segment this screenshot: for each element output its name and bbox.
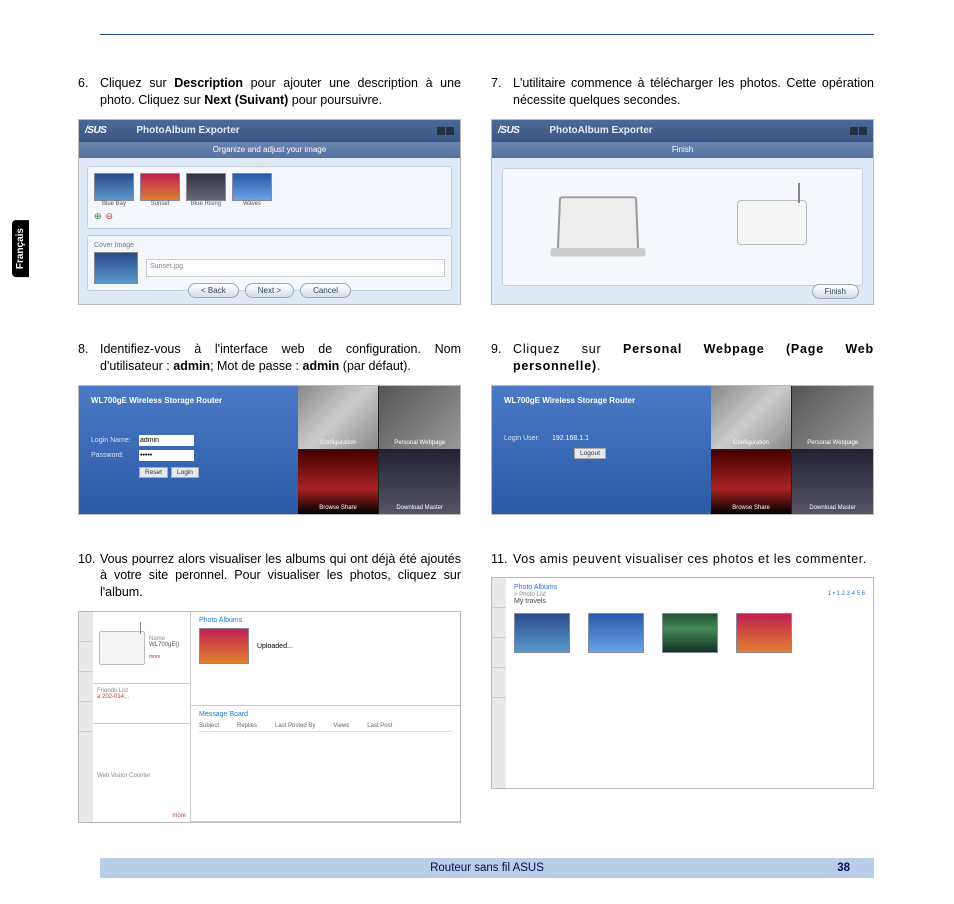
thumb[interactable] xyxy=(140,173,180,201)
cover-filename: Sunset.jpg xyxy=(146,259,445,277)
album-tabs xyxy=(492,578,506,788)
laptop-icon xyxy=(557,196,639,250)
album-tabs xyxy=(79,612,93,822)
reset-button[interactable]: Reset xyxy=(139,467,168,478)
screenshot-friend-view: Photo Albums > Photo List1 • 1 2 3 4 5 6… xyxy=(491,577,874,789)
step-number: 6. xyxy=(78,75,100,109)
photo-thumb[interactable] xyxy=(736,613,792,653)
tile-config[interactable]: Configuration xyxy=(711,386,792,450)
section-header: Message Board xyxy=(199,711,452,718)
tile-webpage[interactable]: Personal Webpage xyxy=(792,386,873,450)
thumbnails-panel: Blue Bay Sunset Blue Rising Waves ⊕⊖ xyxy=(87,166,452,229)
step-body: L'utilitaire commence à télécharger les … xyxy=(513,75,874,109)
tile-webpage[interactable]: Personal Webpage xyxy=(379,386,460,450)
app-subtitle: Organize and adjust your image xyxy=(79,142,460,158)
cancel-button[interactable]: Cancel xyxy=(300,283,351,298)
logout-button[interactable]: Logout xyxy=(574,448,606,459)
tile-share[interactable]: Browse Share xyxy=(298,450,379,514)
tile-download[interactable]: Download Master xyxy=(379,450,460,514)
footer-title: Routeur sans fil ASUS xyxy=(430,862,544,874)
step-body: Cliquez sur Personal Webpage (Page Web p… xyxy=(513,341,874,375)
page-footer: Routeur sans fil ASUS 38 xyxy=(100,858,874,878)
next-button[interactable]: Next > xyxy=(245,283,294,298)
window-buttons xyxy=(437,127,454,135)
step-10: 10. Vous pourrez alors visualiser les al… xyxy=(78,551,461,842)
step-11: 11. Vos amis peuvent visualiser ces phot… xyxy=(491,551,874,808)
photo-thumb[interactable] xyxy=(514,613,570,653)
screenshot-login: WL700gE Wireless Storage Router Login Na… xyxy=(78,385,461,515)
brand-logo: /SUS xyxy=(498,125,519,136)
finish-button[interactable]: Finish xyxy=(812,284,859,299)
step-number: 11. xyxy=(491,551,513,568)
language-tab: Français xyxy=(12,220,29,277)
photo-thumb[interactable] xyxy=(662,613,718,653)
brand-logo: /SUS xyxy=(85,125,106,136)
step-9: 9. Cliquez sur Personal Webpage (Page We… xyxy=(491,341,874,533)
step-body: Cliquez sur Description pour ajouter une… xyxy=(100,75,461,109)
step-number: 8. xyxy=(78,341,100,375)
tile-share[interactable]: Browse Share xyxy=(711,450,792,514)
window-buttons xyxy=(850,127,867,135)
step-6: 6. Cliquez sur Description pour ajouter … xyxy=(78,75,461,323)
step-body: Vous pourrez alors visualiser les albums… xyxy=(100,551,461,602)
router-icon xyxy=(99,631,145,665)
screenshot-config: WL700gE Wireless Storage Router Login Us… xyxy=(491,385,874,515)
config-header: WL700gE Wireless Storage Router xyxy=(504,396,699,405)
photo-thumb[interactable] xyxy=(588,613,644,653)
app-title: PhotoAlbum Exporter xyxy=(136,125,239,136)
section-header: Photo Albums xyxy=(199,617,452,624)
app-subtitle: Finish xyxy=(492,142,873,158)
back-button[interactable]: < Back xyxy=(188,283,239,298)
tile-config[interactable]: Configuration xyxy=(298,386,379,450)
step-number: 10. xyxy=(78,551,100,602)
top-rule xyxy=(100,34,874,35)
step-body: Identifiez-vous à l'interface web de con… xyxy=(100,341,461,375)
section-header: Photo Albums xyxy=(514,584,865,591)
thumb[interactable] xyxy=(186,173,226,201)
step-number: 7. xyxy=(491,75,513,109)
cover-thumb[interactable] xyxy=(94,252,138,284)
step-number: 9. xyxy=(491,341,513,375)
login-user-input[interactable] xyxy=(139,435,194,446)
login-header: WL700gE Wireless Storage Router xyxy=(91,396,286,405)
tile-download[interactable]: Download Master xyxy=(792,450,873,514)
step-body: Vos amis peuvent visualiser ces photos e… xyxy=(513,551,874,568)
thumb[interactable] xyxy=(94,173,134,201)
app-title: PhotoAlbum Exporter xyxy=(549,125,652,136)
step-7: 7. L'utilitaire commence à télécharger l… xyxy=(491,75,874,323)
step-8: 8. Identifiez-vous à l'interface web de … xyxy=(78,341,461,533)
screenshot-exporter-finish: /SUS PhotoAlbum Exporter Finish Finish xyxy=(491,119,874,305)
login-pass-input[interactable] xyxy=(139,450,194,461)
screenshot-albums: NameWL700gE()more Friends Lista 202-014.… xyxy=(78,611,461,823)
screenshot-exporter-organize: /SUS PhotoAlbum Exporter Organize and ad… xyxy=(78,119,461,305)
router-icon xyxy=(737,200,807,245)
add-icon[interactable]: ⊕ xyxy=(94,211,102,222)
page-number: 38 xyxy=(837,862,850,874)
album-thumb[interactable] xyxy=(199,628,249,664)
login-button[interactable]: Login xyxy=(171,467,199,478)
thumb[interactable] xyxy=(232,173,272,201)
remove-icon[interactable]: ⊖ xyxy=(106,211,114,222)
